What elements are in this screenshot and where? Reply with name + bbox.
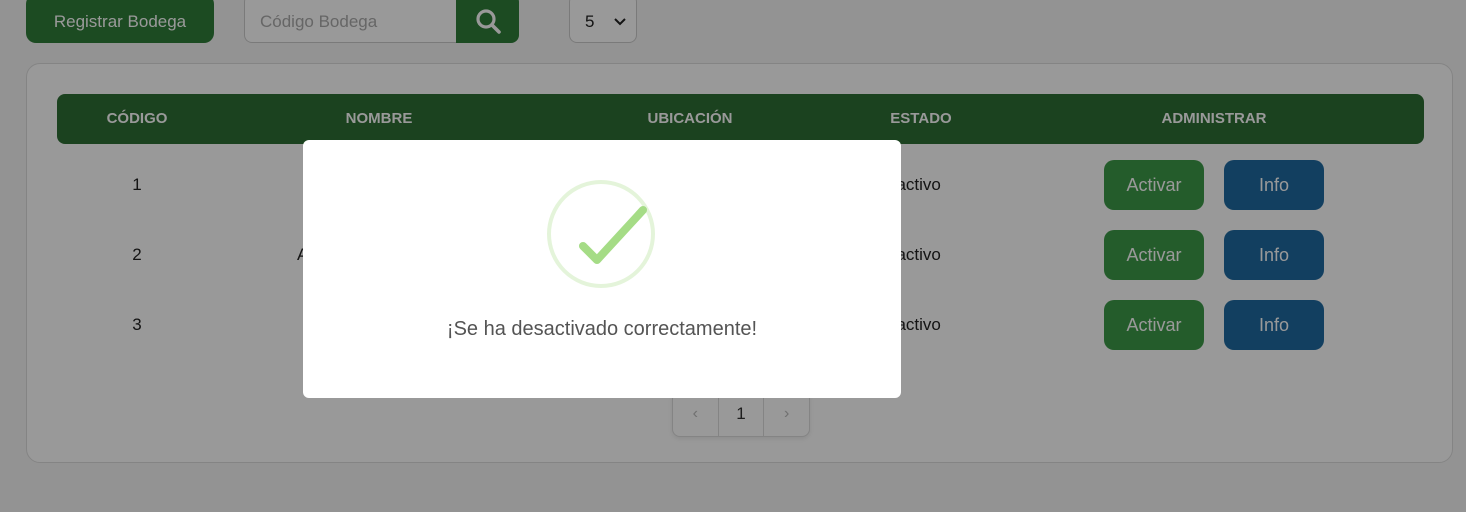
success-check-icon xyxy=(547,180,655,288)
success-dialog: ¡Se ha desactivado correctamente! xyxy=(303,140,901,398)
dialog-message: ¡Se ha desactivado correctamente! xyxy=(446,318,758,340)
